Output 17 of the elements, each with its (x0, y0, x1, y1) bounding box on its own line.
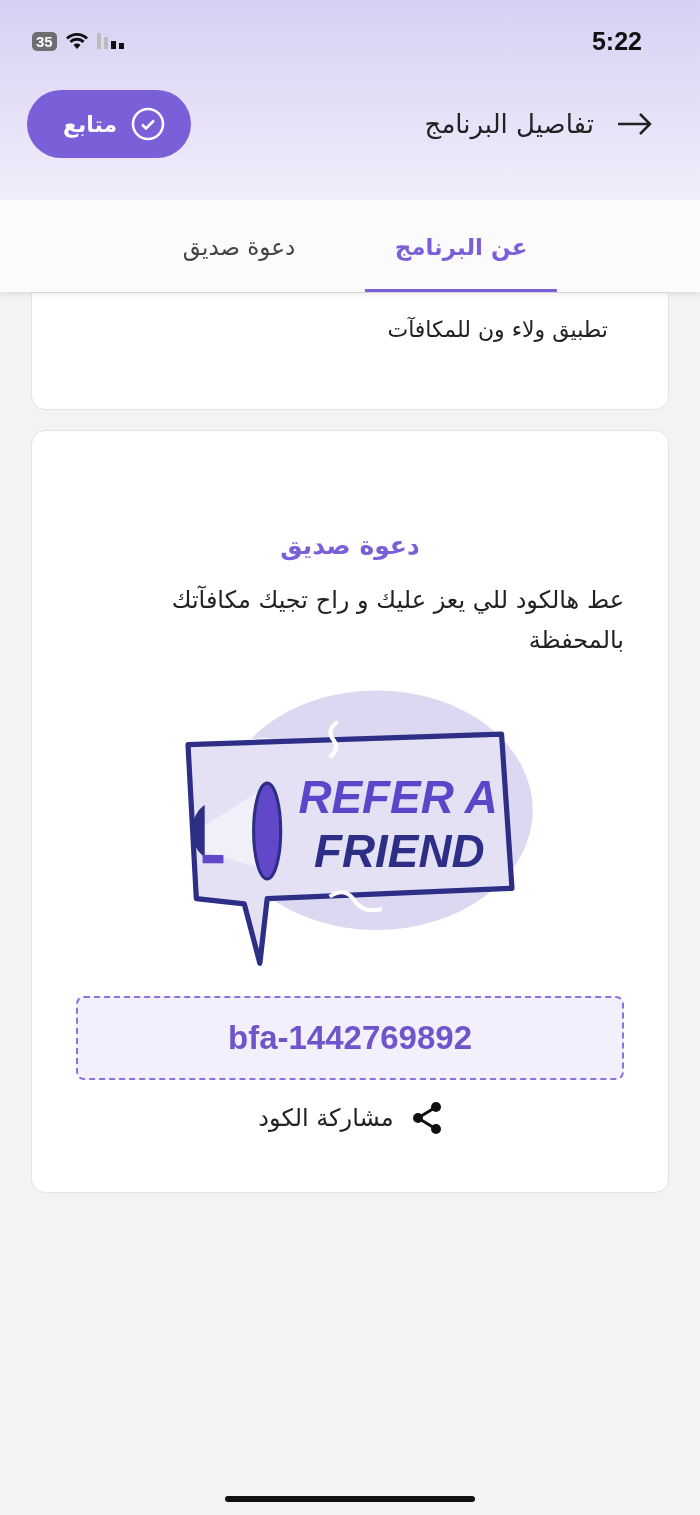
invite-description: عط هالكود للي يعز عليك و راح تجيك مكافآتك بالمحفظة (170, 584, 624, 656)
battery-level: 35 (32, 31, 57, 51)
follow-button[interactable]: متابع (27, 90, 192, 158)
card-title: دعوة صديق (280, 531, 420, 560)
status-time: 5:22 (591, 26, 642, 56)
back-arrow-icon[interactable] (616, 112, 652, 136)
referral-code: bfa-1442769892 (228, 1019, 472, 1057)
illustration-text: FRIEND (313, 826, 485, 878)
illustration-text: REFER A (297, 772, 498, 824)
wifi-icon (64, 32, 89, 50)
signal-icon (96, 33, 127, 49)
check-circle-icon (131, 107, 166, 141)
page-title: تفاصيل البرنامج (424, 109, 594, 139)
about-text: تطبيق ولاء ون للمكافآت (386, 316, 608, 344)
tab[interactable]: دعوة صديق (143, 200, 335, 292)
share-code-button[interactable]: مشاركة الكود (252, 1100, 448, 1136)
share-icon (411, 1101, 442, 1135)
